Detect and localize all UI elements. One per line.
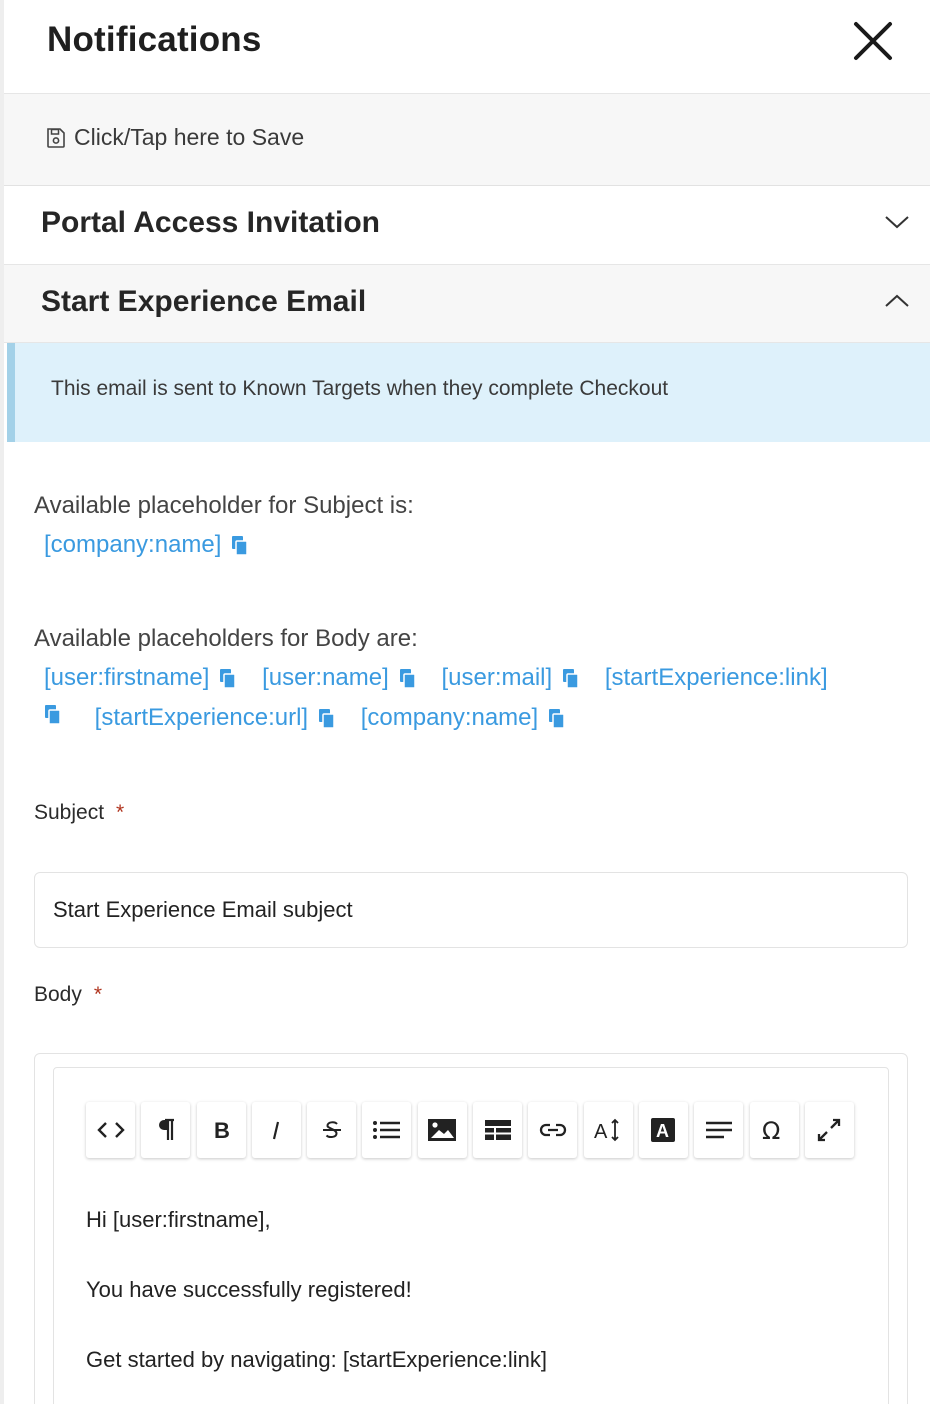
special-characters-button[interactable]: Ω [749,1102,799,1158]
close-icon[interactable] [850,18,896,64]
body-line: Hi [user:firstname], [86,1207,271,1232]
placeholder-item[interactable]: [user:mail] [441,664,590,692]
subject-placeholders-list: [company:name] [44,531,267,559]
save-icon [47,127,65,148]
body-line: Get started by navigating: [startExperie… [86,1347,548,1372]
placeholder-item[interactable]: [startExperience:url] [95,704,346,732]
link-button[interactable] [528,1102,578,1158]
page-title: Notifications [47,20,262,59]
code-view-icon [96,1122,125,1138]
panel-header: Notifications [4,0,930,94]
required-mark: * [93,983,103,1006]
copy-icon[interactable] [562,668,580,689]
subject-label-text: Subject [34,801,105,824]
bold-button[interactable]: B [196,1102,246,1158]
svg-text:A: A [656,1121,669,1141]
placeholder-item[interactable]: [company:name] [44,531,259,559]
strikethrough-button[interactable] [307,1102,357,1158]
svg-text:Ω: Ω [762,1117,780,1143]
save-button[interactable]: Click/Tap here to Save [44,124,304,151]
chevron-down-icon [885,216,909,229]
align-button[interactable] [694,1102,744,1158]
placeholder-item[interactable]: [company:name] [361,704,576,732]
fullscreen-button[interactable] [804,1102,854,1158]
copy-icon[interactable] [231,535,249,556]
placeholder-text[interactable]: [user:firstname] [44,664,209,692]
editor-content[interactable]: Hi [user:firstname], You have successful… [86,1206,547,1404]
list-icon [372,1121,400,1139]
subject-label: Subject * [34,801,124,825]
paragraph-icon [158,1118,174,1140]
paragraph-button[interactable] [141,1102,191,1158]
save-bar: Click/Tap here to Save [4,94,930,186]
svg-text:B: B [214,1118,230,1142]
body-label-text: Body [34,983,82,1006]
bold-icon: B [214,1118,230,1142]
body-placeholders-row-1: [user:firstname] [user:name] [user:mail]… [44,664,846,692]
font-size-icon: A [594,1118,619,1143]
body-editor-wrapper: B A A Ω Hi [user:firstname], You have su… [34,1053,908,1404]
text-color-icon: A [651,1118,676,1142]
subject-input[interactable] [34,872,908,948]
info-text: This email is sent to Known Targets when… [51,377,669,400]
copy-icon[interactable] [548,708,566,729]
notifications-panel: Notifications Click/Tap here to Save Por… [0,0,930,1404]
link-icon [539,1123,566,1137]
info-message: This email is sent to Known Targets when… [7,343,930,442]
body-label: Body * [34,983,102,1007]
body-editor[interactable]: B A A Ω Hi [user:firstname], You have su… [53,1067,889,1404]
list-button[interactable] [362,1102,412,1158]
required-mark: * [116,801,125,824]
subject-placeholders-label: Available placeholder for Subject is: [34,492,414,519]
fullscreen-icon [818,1118,841,1142]
placeholder-text[interactable]: [startExperience:link] [605,664,828,692]
italic-button[interactable] [251,1102,301,1158]
editor-toolbar: B A A Ω [86,1102,860,1158]
strikethrough-icon [322,1121,341,1139]
placeholder-item[interactable]: [user:firstname] [44,664,247,692]
italic-icon [273,1121,280,1140]
accordion-portal-access-invitation[interactable]: Portal Access Invitation [4,186,930,265]
placeholder-item[interactable]: [startExperience:link] [605,664,838,692]
placeholder-text[interactable]: [user:mail] [441,664,552,692]
placeholder-text[interactable]: [startExperience:url] [95,704,308,732]
accordion-title: Portal Access Invitation [41,206,380,239]
table-button[interactable] [473,1102,523,1158]
image-icon [428,1119,457,1141]
table-icon [484,1120,511,1140]
copy-icon[interactable] [44,704,62,725]
placeholder-item[interactable] [44,704,80,725]
accordion-title: Start Experience Email [41,285,367,318]
svg-text:A: A [594,1121,608,1143]
body-placeholders-label: Available placeholders for Body are: [34,625,418,652]
image-button[interactable] [417,1102,467,1158]
placeholder-text[interactable]: [company:name] [361,704,538,732]
copy-icon[interactable] [399,668,417,689]
accordion-start-experience-email[interactable]: Start Experience Email [4,265,930,343]
body-line: You have successfully registered! [86,1277,412,1302]
special-characters-icon: Ω [762,1117,780,1143]
copy-icon[interactable] [318,708,336,729]
text-color-button[interactable]: A [638,1102,688,1158]
placeholder-text[interactable]: [company:name] [44,531,221,559]
body-placeholders-row-2: [startExperience:url] [company:name] [44,704,584,732]
code-view-button[interactable] [86,1102,135,1158]
placeholder-text[interactable]: [user:name] [262,664,389,692]
align-icon [705,1121,732,1139]
save-label: Click/Tap here to Save [74,124,305,150]
font-size-button[interactable]: A [583,1102,633,1158]
chevron-up-icon [885,294,909,307]
copy-icon[interactable] [219,668,237,689]
placeholder-item[interactable]: [user:name] [262,664,427,692]
